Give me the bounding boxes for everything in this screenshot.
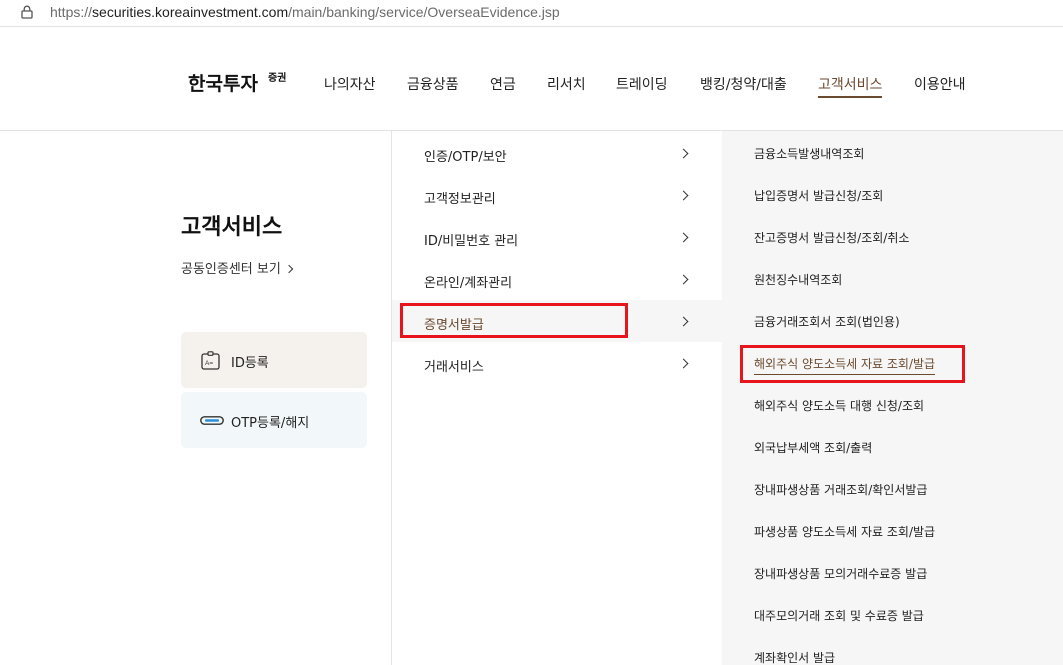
submenu-item-corporate-inquiry[interactable]: 금융거래조회서 조회(법인용) (754, 313, 900, 330)
nav-financial-products[interactable]: 금융상품 (407, 74, 459, 94)
menu-item-label: 거래서비스 (424, 360, 484, 375)
menu-item-customer-info[interactable]: 고객정보관리 (392, 174, 722, 216)
menu-item-auth-otp-security[interactable]: 인증/OTP/보안 (392, 132, 722, 174)
chevron-right-icon (678, 274, 689, 285)
address-bar[interactable]: https://securities.koreainvestment.com/m… (0, 0, 1063, 27)
nav-guide[interactable]: 이용안내 (914, 74, 966, 94)
menu-item-online-account[interactable]: 온라인/계좌관리 (392, 258, 722, 300)
nav-pension[interactable]: 연금 (490, 74, 516, 94)
lock-icon[interactable] (21, 5, 33, 19)
cert-center-link[interactable]: 공동인증센터 보기 (181, 258, 294, 277)
nav-customer-service[interactable]: 고객서비스 (818, 74, 883, 98)
otp-device-icon (200, 416, 224, 425)
url-scheme: https:// (50, 4, 93, 20)
nav-research[interactable]: 리서치 (547, 74, 586, 94)
submenu-item-account-confirmation[interactable]: 계좌확인서 발급 (754, 649, 835, 665)
chevron-right-icon (678, 358, 689, 369)
nav-trading[interactable]: 트레이딩 (616, 74, 668, 94)
otp-register-label: OTP등록/해지 (231, 416, 310, 431)
svg-text:A=: A= (205, 360, 213, 367)
nav-my-assets[interactable]: 나의자산 (324, 74, 376, 94)
submenu-item-mock-trade-cert[interactable]: 장내파생상품 모의거래수료증 발급 (754, 565, 927, 582)
url-text[interactable]: https://securities.koreainvestment.com/m… (50, 4, 560, 20)
highlight-box (400, 303, 628, 338)
menu-item-trade-service[interactable]: 거래서비스 (392, 342, 722, 384)
submenu-item-derivatives-trade[interactable]: 장내파생상품 거래조회/확인서발급 (754, 481, 927, 498)
chevron-right-icon (678, 148, 689, 159)
logo[interactable]: 한국투자 (188, 69, 258, 96)
chevron-right-icon (284, 264, 294, 274)
submenu-item-stock-lending-mock[interactable]: 대주모의거래 조회 및 수료증 발급 (754, 607, 924, 624)
otp-register-button[interactable]: OTP등록/해지 (181, 392, 367, 448)
menu-item-label: ID/비밀번호 관리 (424, 234, 519, 249)
highlight-box (740, 345, 965, 383)
chevron-right-icon (678, 190, 689, 201)
submenu-item-overseas-capital-gains-agent[interactable]: 해외주식 양도소득 대행 신청/조회 (754, 397, 924, 414)
menu-item-id-password[interactable]: ID/비밀번호 관리 (392, 216, 722, 258)
site-header: 한국투자 증권 나의자산 금융상품 연금 리서치 트레이딩 뱅킹/청약/대출 고… (0, 27, 1063, 131)
submenu-item-foreign-tax-paid[interactable]: 외국납부세액 조회/출력 (754, 439, 872, 456)
section-title: 고객서비스 (181, 215, 283, 240)
cert-center-label: 공동인증센터 보기 (181, 262, 281, 277)
id-register-label: ID등록 (231, 356, 269, 371)
nav-banking[interactable]: 뱅킹/청약/대출 (700, 74, 787, 94)
submenu-item-financial-income[interactable]: 금융소득발생내역조회 (754, 145, 864, 162)
menu-item-label: 온라인/계좌관리 (424, 276, 513, 291)
id-register-button[interactable]: A= ID등록 (181, 332, 367, 388)
menu-item-label: 인증/OTP/보안 (424, 150, 507, 165)
url-path: /main/banking/service/OverseaEvidence.js… (288, 4, 560, 20)
logo-suffix[interactable]: 증권 (268, 69, 286, 84)
chevron-right-icon (678, 232, 689, 243)
menu-item-label: 고객정보관리 (424, 192, 496, 207)
id-card-icon: A= (201, 351, 220, 370)
submenu-item-derivatives-capital-gains[interactable]: 파생상품 양도소득세 자료 조회/발급 (754, 523, 935, 540)
submenu-item-balance-certificate[interactable]: 잔고증명서 발급신청/조회/취소 (754, 229, 909, 246)
submenu-item-payment-certificate[interactable]: 납입증명서 발급신청/조회 (754, 187, 883, 204)
url-host: securities.koreainvestment.com (92, 4, 289, 20)
submenu-item-withholding-tax[interactable]: 원천징수내역조회 (754, 271, 842, 288)
chevron-right-icon (678, 316, 689, 327)
